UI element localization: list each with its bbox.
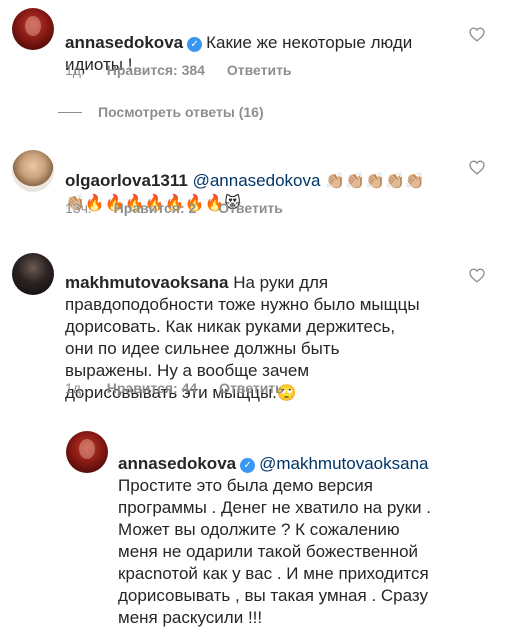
reply-button[interactable]: Ответить — [219, 380, 284, 396]
verified-badge-icon: ✓ — [240, 458, 256, 473]
username[interactable]: annasedokova — [118, 454, 236, 473]
comment-meta: 13ч. Нравится: 2 Ответить — [65, 200, 301, 216]
heart-icon[interactable] — [469, 268, 485, 283]
avatar[interactable] — [12, 253, 54, 295]
likes-count[interactable]: Нравится: 384 — [107, 62, 205, 78]
reply-button[interactable]: Ответить — [218, 200, 283, 216]
avatar[interactable] — [12, 8, 54, 50]
likes-count[interactable]: Нравится: 44 — [107, 380, 197, 396]
username[interactable]: olgaorlova1311 — [65, 171, 188, 190]
view-replies-label: Посмотреть ответы (16) — [98, 104, 264, 120]
likes-count[interactable]: Нравится: 2 — [114, 200, 197, 216]
comment-meta: 1д. Нравится: 384 Ответить — [65, 62, 310, 78]
mention-link[interactable]: @annasedokova — [193, 171, 321, 190]
reply-button[interactable]: Ответить — [227, 62, 292, 78]
timestamp: 1д. — [65, 62, 85, 78]
avatar[interactable] — [12, 150, 54, 192]
avatar[interactable] — [66, 431, 108, 473]
divider — [58, 111, 82, 113]
username[interactable]: makhmutovaoksana — [65, 273, 228, 292]
timestamp: 13ч. — [65, 200, 92, 216]
timestamp: 1д. — [65, 380, 85, 396]
username[interactable]: annasedokova — [65, 33, 183, 52]
heart-icon[interactable] — [469, 27, 485, 42]
verified-badge-icon: ✓ — [187, 37, 203, 52]
heart-icon[interactable] — [469, 160, 485, 175]
comment-body: Простите это была демо версия программы … — [118, 476, 431, 627]
emoji-line: 👏🏼👏🏼👏🏼👏🏼👏🏼 — [325, 171, 425, 190]
mention-link[interactable]: @makhmutovaoksana — [259, 454, 428, 473]
comment-text: annasedokova ✓ @makhmutovaoksana Простите э… — [118, 431, 503, 629]
view-replies-button[interactable]: Посмотреть ответы (16) — [58, 104, 264, 120]
comment-meta: 1д. Нравится: 44 Ответить — [65, 380, 302, 396]
